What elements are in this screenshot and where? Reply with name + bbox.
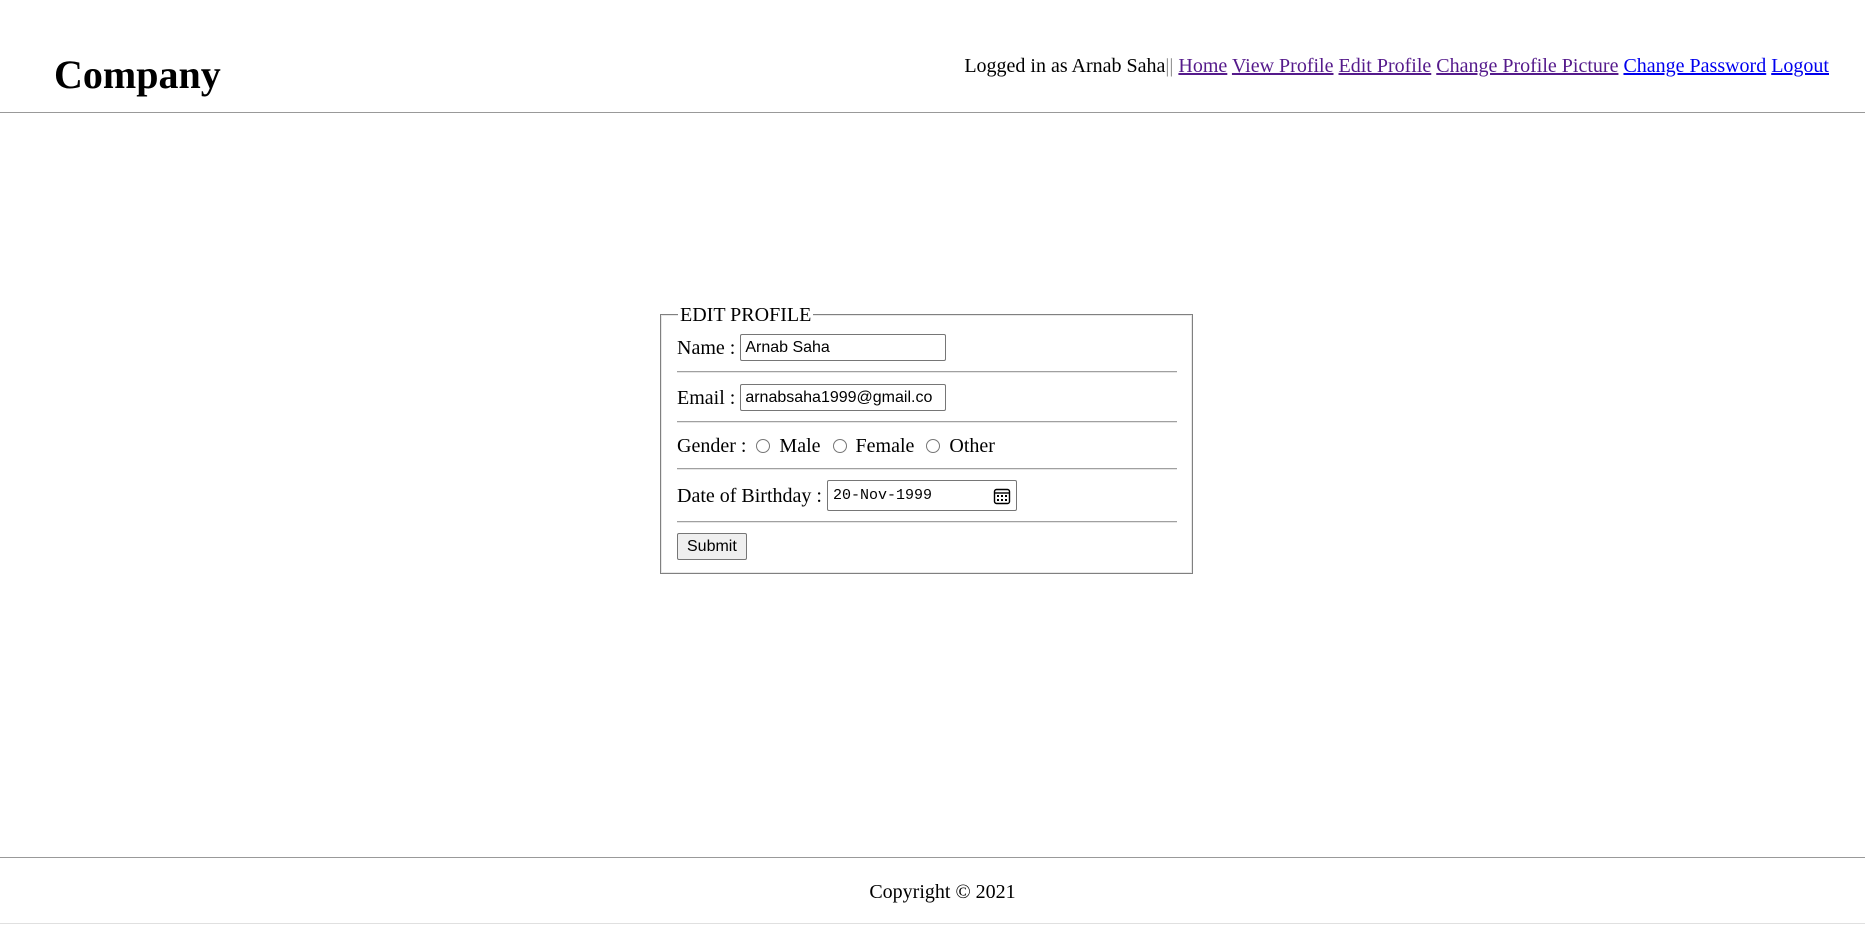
gender-label: Gender : <box>677 435 747 457</box>
divider <box>677 421 1177 423</box>
gender-label-female: Female <box>855 435 915 457</box>
gender-label-other: Other <box>949 435 995 457</box>
fieldset-legend: EDIT PROFILE <box>678 304 814 326</box>
divider <box>677 468 1177 470</box>
nav-link-change-profile-picture[interactable]: Change Profile Picture <box>1436 55 1618 77</box>
gender-radio-other[interactable] <box>926 439 941 453</box>
name-input[interactable]: Arnab Saha <box>740 334 947 361</box>
logged-in-text: Logged in as Arnab Saha <box>964 55 1166 77</box>
dob-value: 20-Nov-1999 <box>832 487 932 504</box>
nav-link-change-password[interactable]: Change Password <box>1623 55 1766 77</box>
footer-divider <box>0 857 1865 858</box>
divider <box>677 521 1177 523</box>
footer-bottom-divider <box>0 923 1865 924</box>
dob-input[interactable]: 20-Nov-1999 <box>826 480 1017 511</box>
name-label: Name : <box>677 336 736 359</box>
gender-radio-male[interactable] <box>756 439 771 453</box>
dob-label: Date of Birthday : <box>677 484 822 507</box>
footer-copyright: Copyright © 2021 <box>869 881 1016 903</box>
page-header: Company Logged in as Arnab Saha|| Home V… <box>0 0 1865 113</box>
gender-label-male: Male <box>779 435 821 457</box>
top-nav: Logged in as Arnab Saha|| Home View Prof… <box>964 56 1829 76</box>
email-row: Email : arnabsaha1999@gmail.co <box>677 384 947 411</box>
dob-row: Date of Birthday : 20-Nov-1999 <box>677 480 1017 511</box>
nav-link-home[interactable]: Home <box>1178 55 1227 77</box>
nav-link-edit-profile[interactable]: Edit Profile <box>1339 55 1432 77</box>
gender-options: Male Female Other <box>756 436 1007 456</box>
nav-link-view-profile[interactable]: View Profile <box>1232 55 1334 77</box>
nav-link-logout[interactable]: Logout <box>1771 55 1829 77</box>
gender-radio-female[interactable] <box>832 439 847 453</box>
email-label: Email : <box>677 386 736 409</box>
nav-separator: || <box>1165 55 1174 77</box>
email-input[interactable]: arnabsaha1999@gmail.co <box>740 384 947 411</box>
calendar-icon[interactable] <box>993 487 1011 505</box>
name-row: Name : Arnab Saha <box>677 334 947 361</box>
divider <box>677 371 1177 373</box>
brand-title: Company <box>54 52 221 97</box>
gender-row: Gender : Male Female Other <box>677 436 1007 456</box>
submit-button[interactable]: Submit <box>677 533 747 560</box>
